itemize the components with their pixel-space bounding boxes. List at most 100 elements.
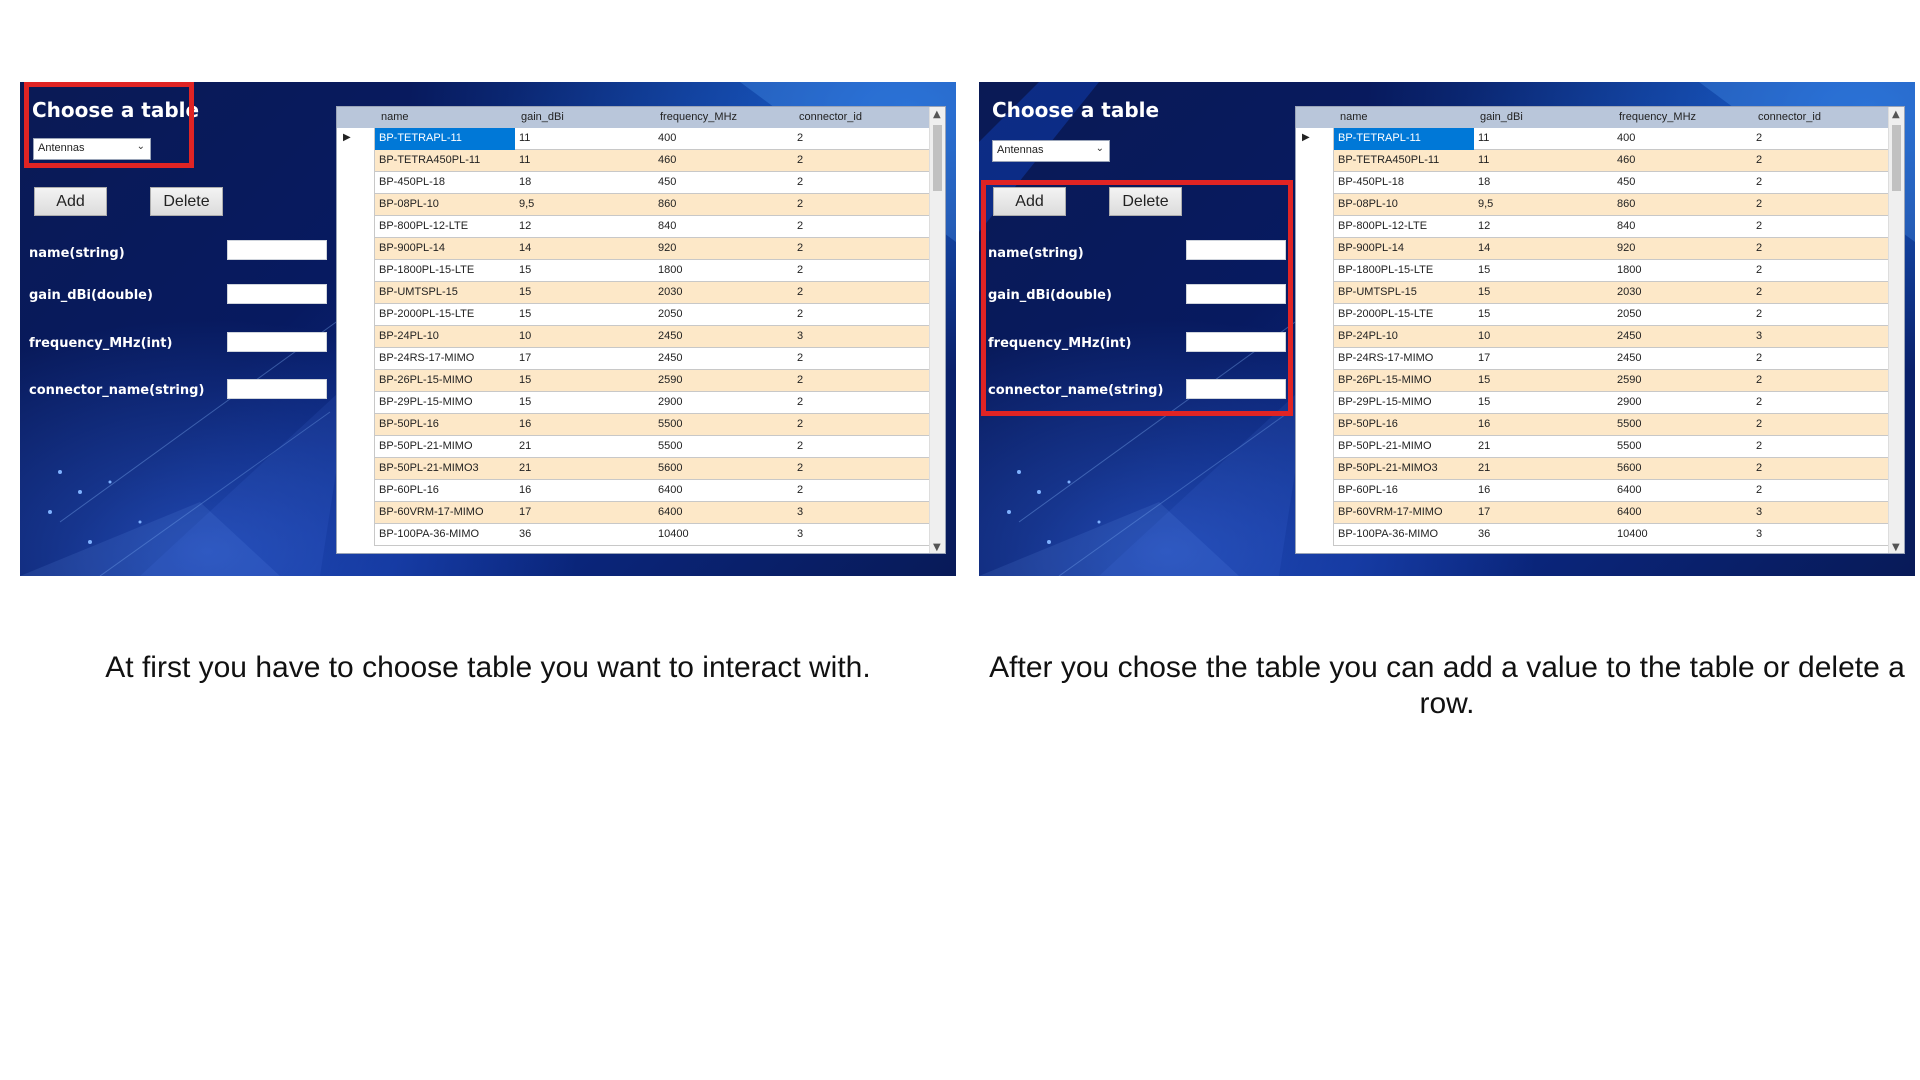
- cell-frequency[interactable]: 2450: [658, 330, 682, 342]
- cell-connector[interactable]: 2: [797, 242, 803, 254]
- table-row[interactable]: BP-900PL-14 14 920 2: [337, 238, 931, 260]
- cell-frequency[interactable]: 1800: [658, 264, 682, 276]
- row-header[interactable]: [1296, 392, 1334, 414]
- cell-frequency[interactable]: 2450: [658, 352, 682, 364]
- row-header[interactable]: [1296, 150, 1334, 172]
- cell-connector[interactable]: 2: [1756, 396, 1762, 408]
- cell-name[interactable]: BP-450PL-18: [1338, 176, 1404, 188]
- table-row[interactable]: BP-50PL-16 16 5500 2: [337, 414, 931, 436]
- table-row[interactable]: BP-UMTSPL-15 15 2030 2: [337, 282, 931, 304]
- column-header-gain[interactable]: gain_dBi: [1480, 111, 1523, 123]
- cell-frequency[interactable]: 5500: [1617, 418, 1641, 430]
- table-row[interactable]: ▶ BP-TETRAPL-11 11 400 2: [337, 128, 931, 150]
- column-header-name[interactable]: name: [381, 111, 409, 123]
- table-row[interactable]: BP-24RS-17-MIMO 17 2450 2: [1296, 348, 1890, 370]
- column-header-connector[interactable]: connector_id: [1758, 111, 1821, 123]
- row-header[interactable]: [337, 238, 375, 260]
- table-row[interactable]: BP-24PL-10 10 2450 3: [1296, 326, 1890, 348]
- cell-name[interactable]: BP-60VRM-17-MIMO: [379, 506, 484, 518]
- cell-frequency[interactable]: 6400: [658, 484, 682, 496]
- add-button[interactable]: Add: [34, 187, 107, 216]
- cell-frequency[interactable]: 10400: [658, 528, 689, 540]
- cell-gain[interactable]: 11: [519, 132, 530, 144]
- row-header[interactable]: [337, 502, 375, 524]
- cell-gain[interactable]: 10: [519, 330, 531, 342]
- cell-connector[interactable]: 2: [797, 484, 803, 496]
- table-row[interactable]: BP-800PL-12-LTE 12 840 2: [1296, 216, 1890, 238]
- cell-gain[interactable]: 21: [519, 440, 531, 452]
- cell-connector[interactable]: 2: [1756, 220, 1762, 232]
- cell-connector[interactable]: 3: [797, 506, 803, 518]
- data-grid[interactable]: name gain_dBi frequency_MHz connector_id…: [336, 106, 946, 554]
- cell-connector[interactable]: 2: [797, 264, 803, 276]
- cell-connector[interactable]: 2: [797, 308, 803, 320]
- table-row[interactable]: BP-450PL-18 18 450 2: [337, 172, 931, 194]
- cell-name[interactable]: BP-800PL-12-LTE: [1338, 220, 1427, 232]
- delete-button[interactable]: Delete: [150, 187, 223, 216]
- column-header-frequency[interactable]: frequency_MHz: [660, 111, 737, 123]
- row-header[interactable]: [337, 524, 375, 546]
- cell-name[interactable]: BP-24PL-10: [379, 330, 439, 342]
- row-header[interactable]: [1296, 216, 1334, 238]
- cell-gain[interactable]: 9,5: [1478, 198, 1493, 210]
- row-header[interactable]: [1296, 260, 1334, 282]
- column-header-frequency[interactable]: frequency_MHz: [1619, 111, 1696, 123]
- cell-connector[interactable]: 2: [797, 220, 803, 232]
- table-row[interactable]: BP-60PL-16 16 6400 2: [1296, 480, 1890, 502]
- cell-gain[interactable]: 15: [519, 264, 531, 276]
- cell-gain[interactable]: 16: [519, 484, 531, 496]
- cell-name[interactable]: BP-50PL-21-MIMO3: [379, 462, 479, 474]
- cell-name[interactable]: BP-50PL-21-MIMO: [379, 440, 473, 452]
- data-grid[interactable]: name gain_dBi frequency_MHz connector_id…: [1295, 106, 1905, 554]
- cell-frequency[interactable]: 6400: [658, 506, 682, 518]
- cell-gain[interactable]: 21: [1478, 440, 1490, 452]
- cell-name[interactable]: BP-2000PL-15-LTE: [1338, 308, 1433, 320]
- cell-frequency[interactable]: 1800: [1617, 264, 1641, 276]
- cell-gain[interactable]: 11: [1478, 154, 1489, 166]
- cell-connector[interactable]: 2: [1756, 286, 1762, 298]
- cell-frequency[interactable]: 400: [1617, 132, 1635, 144]
- table-row[interactable]: BP-60PL-16 16 6400 2: [337, 480, 931, 502]
- cell-name[interactable]: BP-1800PL-15-LTE: [1338, 264, 1433, 276]
- cell-name[interactable]: BP-900PL-14: [379, 242, 445, 254]
- row-header[interactable]: [337, 480, 375, 502]
- table-row[interactable]: BP-100PA-36-MIMO 36 10400 3: [1296, 524, 1890, 546]
- row-header[interactable]: [337, 436, 375, 458]
- scroll-up-icon[interactable]: ▲: [933, 109, 941, 120]
- row-header[interactable]: [337, 150, 375, 172]
- cell-name[interactable]: BP-50PL-16: [1338, 418, 1398, 430]
- row-header[interactable]: [1296, 458, 1334, 480]
- row-header[interactable]: [337, 392, 375, 414]
- row-header[interactable]: [1296, 238, 1334, 260]
- row-header[interactable]: [337, 414, 375, 436]
- cell-gain[interactable]: 15: [519, 396, 531, 408]
- cell-name[interactable]: BP-29PL-15-MIMO: [1338, 396, 1432, 408]
- table-row[interactable]: ▶ BP-TETRAPL-11 11 400 2: [1296, 128, 1890, 150]
- table-row[interactable]: BP-1800PL-15-LTE 15 1800 2: [337, 260, 931, 282]
- cell-name[interactable]: BP-800PL-12-LTE: [379, 220, 468, 232]
- chevron-down-icon[interactable]: ⌄: [1096, 143, 1104, 154]
- cell-frequency[interactable]: 460: [1617, 154, 1635, 166]
- row-header[interactable]: [1296, 436, 1334, 458]
- cell-frequency[interactable]: 920: [1617, 242, 1635, 254]
- cell-gain[interactable]: 18: [1478, 176, 1490, 188]
- cell-connector[interactable]: 2: [1756, 264, 1762, 276]
- cell-frequency[interactable]: 5500: [1617, 440, 1641, 452]
- table-row[interactable]: BP-2000PL-15-LTE 15 2050 2: [1296, 304, 1890, 326]
- connector-field[interactable]: [227, 379, 327, 399]
- cell-frequency[interactable]: 860: [658, 198, 676, 210]
- name-field[interactable]: [227, 240, 327, 260]
- table-row[interactable]: BP-TETRA450PL-11 11 460 2: [337, 150, 931, 172]
- cell-name[interactable]: BP-50PL-21-MIMO3: [1338, 462, 1438, 474]
- cell-name[interactable]: BP-24RS-17-MIMO: [1338, 352, 1433, 364]
- cell-gain[interactable]: 14: [1478, 242, 1490, 254]
- table-row[interactable]: BP-24PL-10 10 2450 3: [337, 326, 931, 348]
- cell-connector[interactable]: 2: [1756, 198, 1762, 210]
- cell-connector[interactable]: 2: [1756, 352, 1762, 364]
- table-row[interactable]: BP-450PL-18 18 450 2: [1296, 172, 1890, 194]
- cell-name[interactable]: BP-TETRAPL-11: [379, 132, 462, 144]
- table-row[interactable]: BP-50PL-16 16 5500 2: [1296, 414, 1890, 436]
- cell-name[interactable]: BP-08PL-10: [379, 198, 439, 210]
- cell-gain[interactable]: 15: [519, 286, 531, 298]
- row-header[interactable]: [1296, 370, 1334, 392]
